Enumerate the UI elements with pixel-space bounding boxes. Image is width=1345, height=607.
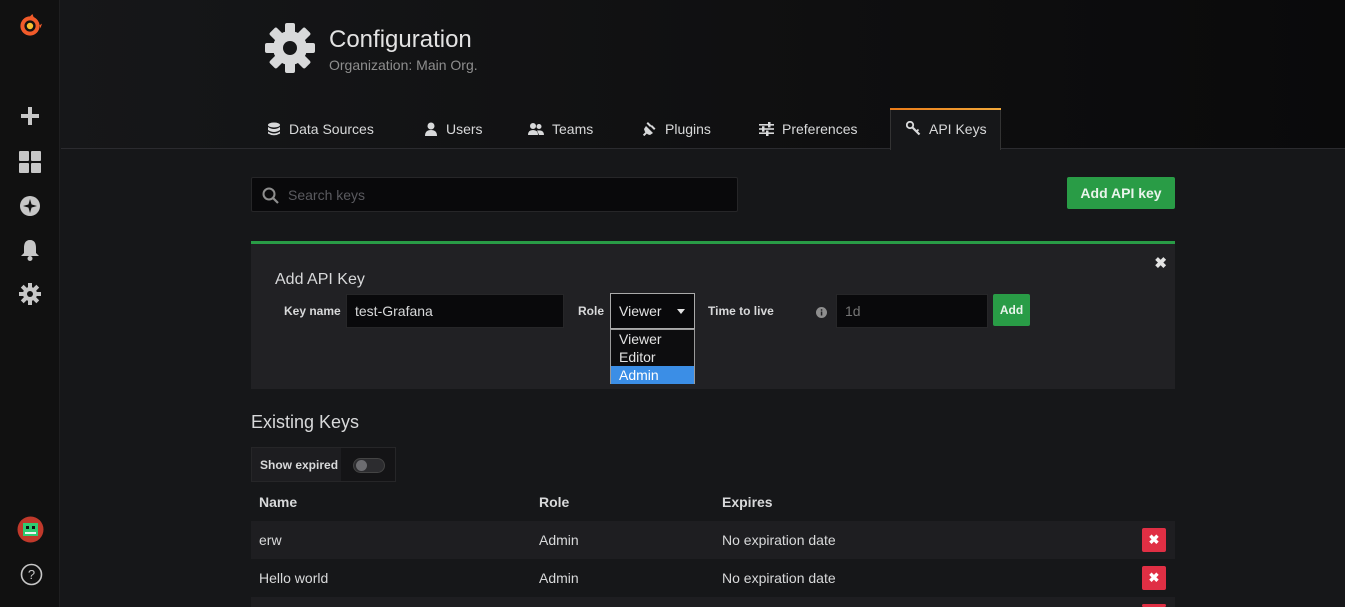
toggle-switch[interactable] bbox=[353, 458, 385, 473]
tab-label: Plugins bbox=[665, 120, 711, 137]
delete-key-button[interactable]: ✖ bbox=[1142, 566, 1166, 590]
key-role-cell: Admin bbox=[539, 532, 579, 548]
tab-label: Data Sources bbox=[289, 120, 374, 137]
tab-label: Preferences bbox=[782, 120, 858, 137]
table-row bbox=[251, 597, 1175, 607]
add-button[interactable]: Add bbox=[993, 294, 1030, 326]
role-option-viewer[interactable]: Viewer bbox=[611, 330, 694, 348]
role-option-editor[interactable]: Editor bbox=[611, 348, 694, 366]
key-icon bbox=[906, 121, 921, 136]
tab-teams[interactable]: Teams bbox=[512, 108, 609, 149]
table-row: erw Admin No expiration date ✖ bbox=[251, 521, 1175, 559]
tab-label: Users bbox=[446, 120, 483, 137]
tab-preferences[interactable]: Preferences bbox=[743, 108, 873, 149]
page-title: Configuration bbox=[329, 26, 472, 53]
tab-label: Teams bbox=[552, 120, 594, 137]
avatar[interactable] bbox=[17, 516, 44, 543]
column-header-name: Name bbox=[259, 494, 298, 510]
plug-icon bbox=[643, 121, 656, 136]
tab-api-keys[interactable]: API Keys bbox=[890, 108, 1003, 149]
table-row: Hello world Admin No expiration date ✖ bbox=[251, 559, 1175, 597]
svg-text:?: ? bbox=[27, 567, 34, 582]
column-header-role: Role bbox=[539, 494, 570, 510]
help-icon[interactable]: ? bbox=[19, 562, 43, 586]
page-subtitle: Organization: Main Org. bbox=[329, 57, 478, 73]
role-label: Role bbox=[578, 304, 605, 318]
role-select-value: Viewer bbox=[619, 303, 662, 319]
delete-key-button[interactable]: ✖ bbox=[1142, 528, 1166, 552]
caret-down-icon bbox=[677, 309, 685, 314]
tab-label: API Keys bbox=[929, 120, 987, 137]
key-name-label: Key name bbox=[284, 304, 341, 318]
add-api-key-button[interactable]: Add API key bbox=[1067, 177, 1175, 209]
key-expires-cell: No expiration date bbox=[722, 532, 836, 548]
explore-compass-icon[interactable] bbox=[18, 194, 42, 218]
panel-title: Add API Key bbox=[275, 271, 365, 288]
key-expires-cell: No expiration date bbox=[722, 570, 836, 586]
gear-icon[interactable] bbox=[18, 282, 42, 306]
users-icon bbox=[528, 122, 544, 135]
search-icon bbox=[262, 187, 279, 204]
info-icon[interactable] bbox=[816, 305, 827, 323]
tab-data-sources[interactable]: Data Sources bbox=[251, 108, 390, 149]
column-header-expires: Expires bbox=[722, 494, 773, 510]
search-box bbox=[251, 177, 738, 212]
tab-plugins[interactable]: Plugins bbox=[627, 108, 727, 149]
sidebar: ? bbox=[0, 0, 60, 607]
search-input[interactable] bbox=[288, 178, 728, 211]
grafana-logo-icon[interactable] bbox=[18, 14, 42, 38]
database-icon bbox=[268, 122, 280, 135]
bell-icon[interactable] bbox=[18, 238, 42, 262]
show-expired-switch[interactable]: Show expired bbox=[251, 447, 396, 482]
key-name-cell: Hello world bbox=[259, 570, 329, 586]
role-option-admin[interactable]: Admin bbox=[611, 366, 694, 384]
show-expired-label: Show expired bbox=[252, 448, 341, 481]
key-name-cell: erw bbox=[259, 532, 282, 548]
toggle-knob bbox=[356, 460, 367, 471]
existing-keys-title: Existing Keys bbox=[251, 412, 360, 432]
sliders-icon bbox=[759, 121, 774, 136]
dashboards-icon[interactable] bbox=[18, 150, 42, 174]
role-select[interactable]: Viewer bbox=[610, 293, 695, 329]
close-icon[interactable]: ✖ bbox=[1154, 254, 1167, 272]
plus-icon[interactable] bbox=[18, 104, 42, 128]
user-icon bbox=[425, 122, 437, 136]
ttl-input[interactable] bbox=[836, 294, 988, 328]
key-role-cell: Admin bbox=[539, 570, 579, 586]
key-name-input[interactable]: test-Grafana bbox=[346, 294, 564, 328]
page-gear-icon bbox=[264, 22, 316, 74]
tab-users[interactable]: Users bbox=[408, 108, 499, 149]
ttl-label: Time to live bbox=[708, 304, 774, 318]
role-dropdown: Viewer Editor Admin bbox=[610, 329, 695, 384]
